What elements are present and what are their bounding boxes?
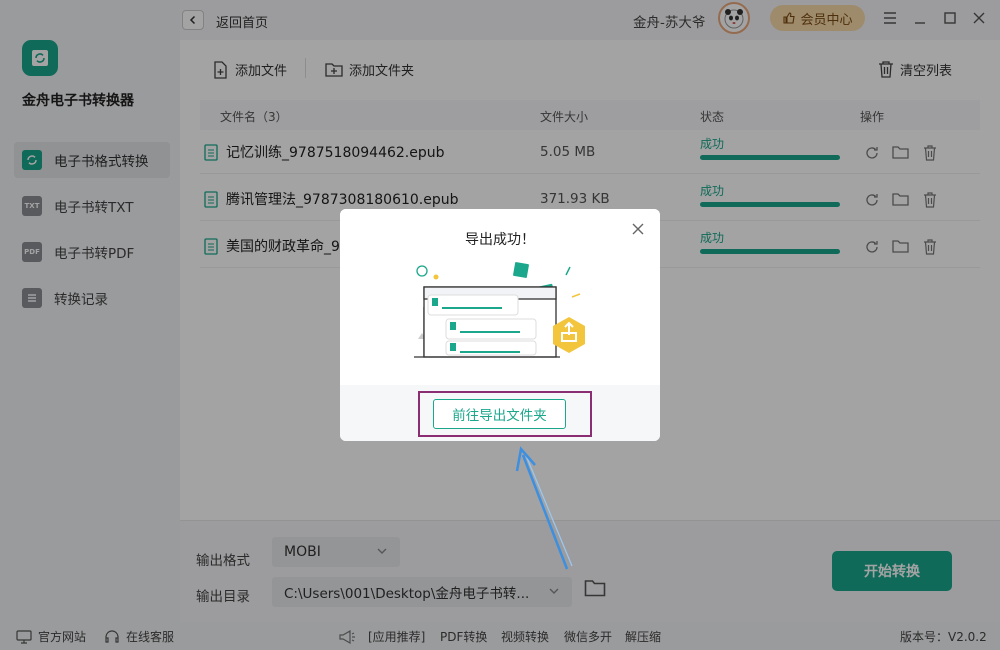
annotation-arrow [515,446,573,570]
dialog-body: 导出成功！ [340,209,660,385]
export-success-illustration [414,262,585,358]
dialog-title: 导出成功！ [465,232,535,248]
annotation-highlight-box [418,391,592,437]
close-icon[interactable] [630,221,646,237]
